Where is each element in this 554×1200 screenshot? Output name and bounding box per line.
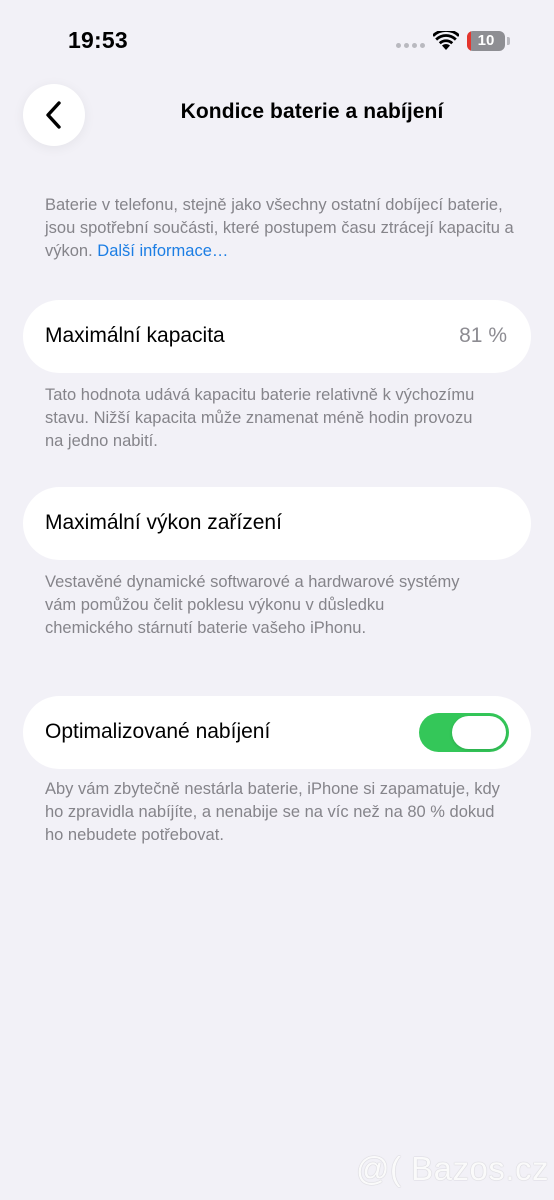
wifi-icon (433, 31, 459, 50)
peak-performance-footnote: Vestavěné dynamické softwarové a hardwar… (45, 573, 460, 637)
intro-text: Baterie v telefonu, stejně jako všechny … (45, 194, 515, 263)
more-info-link[interactable]: Další informace… (97, 242, 228, 260)
page-title: Kondice baterie a nabíjení (180, 100, 444, 123)
status-time: 19:53 (68, 27, 128, 53)
watermark: @( Bazos.cz (356, 1150, 550, 1187)
cellular-signal-icon (396, 43, 425, 48)
optimized-charging-row: Optimalizované nabíjení (23, 696, 531, 769)
peak-performance-label: Maximální výkon zařízení (45, 511, 282, 534)
status-bar: 19:53 10 (0, 0, 554, 84)
max-capacity-value: 81 % (459, 324, 507, 347)
max-capacity-label: Maximální kapacita (45, 324, 225, 347)
back-button[interactable] (23, 84, 85, 146)
battery-icon: 10 (467, 31, 505, 51)
peak-performance-row[interactable]: Maximální výkon zařízení (23, 487, 531, 560)
optimized-charging-footnote: Aby vám zbytečně nestárla baterie, iPhon… (45, 780, 500, 844)
max-capacity-row: Maximální kapacita 81 % (23, 300, 531, 373)
battery-tip (507, 37, 510, 45)
toggle-knob (452, 716, 506, 749)
max-capacity-footnote: Tato hodnota udává kapacitu baterie rela… (45, 386, 475, 450)
battery-level: 10 (477, 32, 495, 49)
optimized-charging-label: Optimalizované nabíjení (45, 720, 271, 743)
chevron-left-icon (46, 101, 61, 129)
optimized-charging-toggle[interactable] (419, 713, 509, 752)
